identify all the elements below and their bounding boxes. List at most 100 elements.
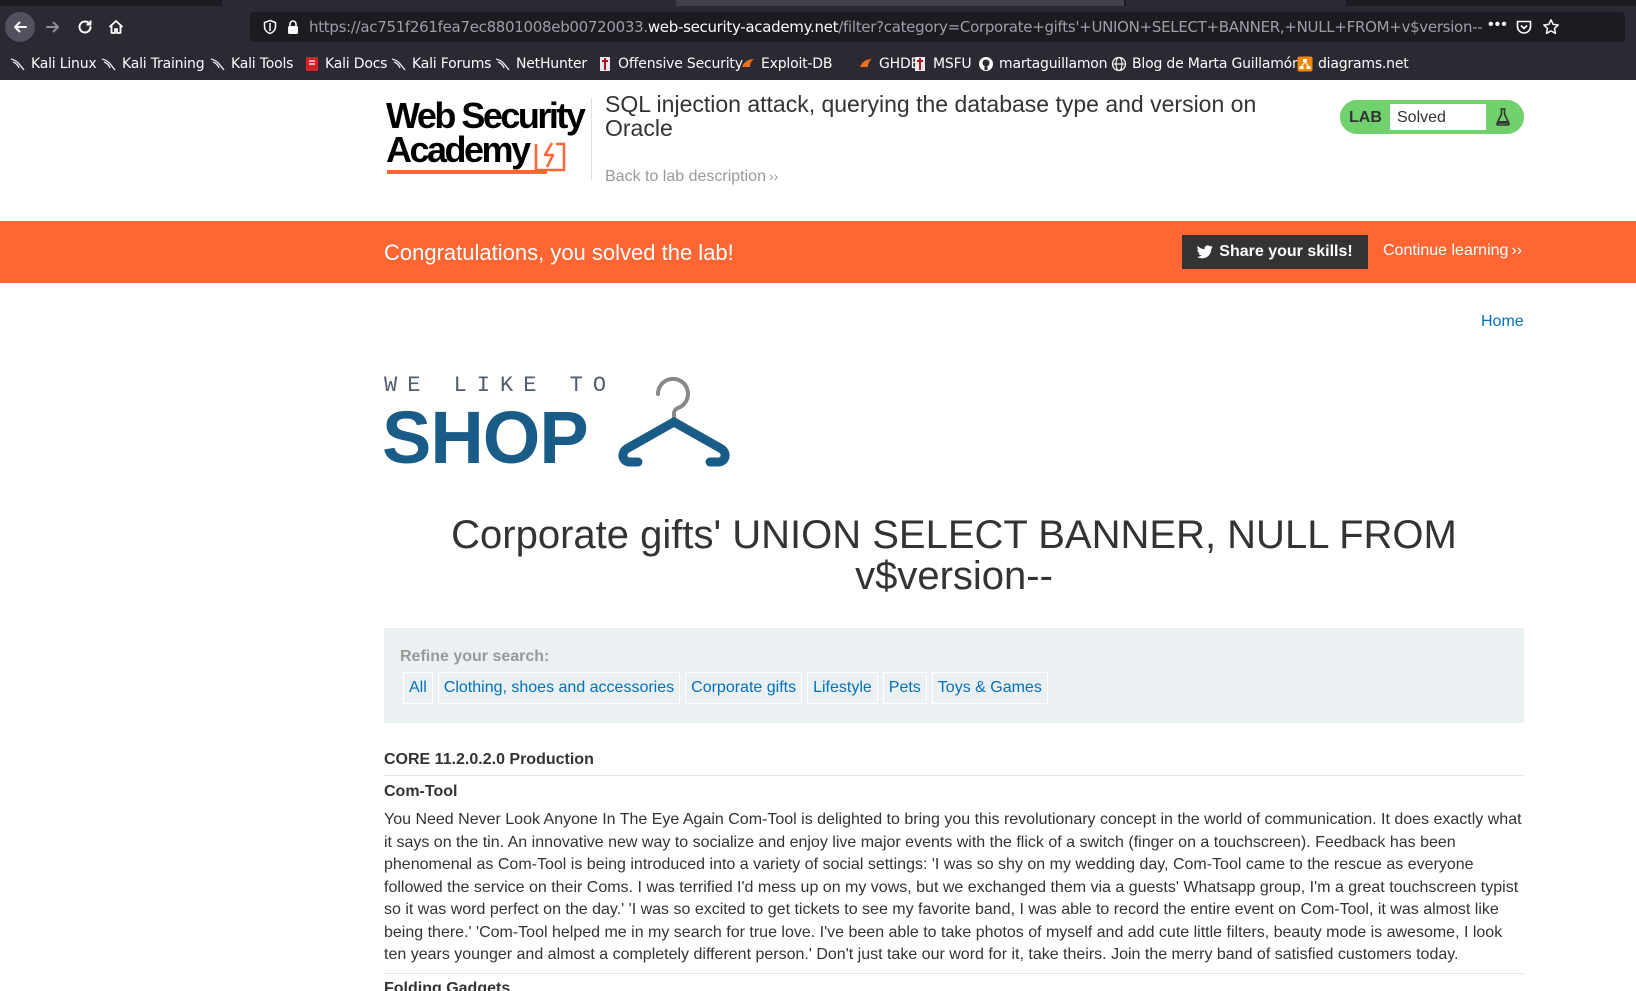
bookmark-item[interactable]: Kali Docs — [304, 54, 387, 74]
double-chevron-right-icon: ›› — [1511, 242, 1523, 259]
refine-search-label: Refine your search: — [400, 648, 550, 665]
product-title: Com-Tool — [384, 783, 458, 800]
page-title: Corporate gifts' UNION SELECT BANNER, NU… — [451, 513, 1457, 598]
page-actions-icon[interactable]: ••• — [1488, 16, 1508, 34]
home-icon — [108, 20, 124, 34]
reload-button[interactable] — [70, 12, 100, 42]
bookmark-item[interactable]: diagrams.net — [1297, 54, 1409, 74]
bookmark-item[interactable]: Kali Tools — [210, 54, 293, 74]
bookmark-label: Kali Linux — [31, 56, 97, 72]
home-link[interactable]: Home — [1481, 313, 1524, 331]
exploitdb-icon — [740, 56, 756, 72]
web-security-academy-logo[interactable]: Web Security Academy — [386, 98, 586, 178]
lab-status-value: Solved — [1389, 103, 1487, 131]
url-prefix: https://ac751f261fea7ec8801008eb00720033… — [309, 18, 648, 36]
lab-status-label: LAB — [1349, 109, 1382, 126]
bookmark-label: NetHunter — [516, 56, 587, 72]
bookmark-label: martaguillamon — [999, 56, 1108, 72]
double-chevron-right-icon: ›› — [768, 168, 779, 184]
continue-learning-label: Continue learning — [1383, 242, 1509, 259]
offsec-icon — [912, 56, 928, 72]
we-like-to-shop-logo[interactable]: WE LIKE TO SHOP — [382, 370, 744, 478]
forward-button[interactable] — [38, 12, 68, 42]
bookmark-item[interactable]: martaguillamon — [978, 54, 1108, 74]
bookmark-item[interactable]: Blog de Marta Guillamón — [1111, 54, 1301, 74]
url-bar[interactable]: https://ac751f261fea7ec8801008eb00720033… — [250, 12, 1625, 42]
clothes-hanger-icon — [618, 376, 730, 467]
bookmark-item[interactable]: NetHunter — [495, 54, 587, 74]
filter-panel: Refine your search: All Clothing, shoes a… — [384, 628, 1524, 723]
bookmark-star-icon[interactable] — [1542, 18, 1560, 36]
back-to-lab-description-link[interactable]: Back to lab description ›› — [605, 168, 778, 186]
bookmark-item[interactable]: Kali Training — [101, 54, 205, 74]
version-banner-cell: CORE 11.2.0.2.0 Production — [384, 751, 594, 768]
table-row: CORE 11.2.0.2.0 Production — [384, 748, 1524, 776]
back-link-label: Back to lab description — [605, 168, 766, 185]
share-skills-button[interactable]: Share your skills! — [1182, 235, 1368, 269]
bookmark-label: Kali Tools — [231, 56, 294, 72]
category-filter-list: All Clothing, shoes and accessories Corpor… — [403, 672, 1053, 704]
logo-underline — [387, 170, 547, 174]
lab-title: SQL injection attack, querying the datab… — [605, 91, 1257, 141]
bookmark-label: Exploit-DB — [761, 56, 833, 72]
lab-header: Web Security Academy SQL injection attac… — [0, 80, 1636, 221]
logo-text-line2: Academy — [386, 129, 531, 170]
share-skills-label: Share your skills! — [1219, 243, 1353, 260]
category-filter-toys-games[interactable]: Toys & Games — [931, 672, 1048, 704]
kali-dragon-icon — [210, 56, 226, 72]
url-domain: web-security-academy.net — [647, 18, 839, 36]
shop-logo-word: SHOP — [382, 396, 589, 479]
bookmark-item[interactable]: MSFU — [912, 54, 972, 74]
url-text[interactable]: https://ac751f261fea7ec8801008eb00720033… — [309, 18, 1483, 36]
category-filter-lifestyle[interactable]: Lifestyle — [807, 672, 878, 704]
bookmark-item[interactable]: Exploit-DB — [740, 54, 832, 74]
bookmark-item[interactable]: Kali Linux — [10, 54, 97, 74]
offsec-icon — [597, 56, 613, 72]
diagrams-icon — [1297, 56, 1313, 72]
pocket-icon[interactable] — [1515, 18, 1533, 36]
product-title: Folding Gadgets — [384, 979, 511, 991]
flask-icon — [1496, 108, 1510, 126]
exploitdb-icon — [858, 56, 874, 72]
twitter-icon — [1197, 245, 1213, 259]
header-divider — [591, 98, 592, 180]
bookmark-item[interactable]: Offensive Security — [597, 54, 743, 74]
academy-bolt-icon — [534, 142, 566, 172]
bookmark-label: Blog de Marta Guillamón — [1132, 56, 1301, 72]
bookmark-item[interactable]: GHDB — [858, 54, 920, 74]
bookmarks-toolbar: Kali Linux Kali Training Kali Tools Kali Do… — [0, 48, 1636, 80]
home-button[interactable] — [101, 12, 131, 42]
github-icon — [978, 56, 994, 72]
bookmark-item[interactable]: Kali Forums — [391, 54, 491, 74]
kali-dragon-icon — [10, 56, 26, 72]
category-filter-all[interactable]: All — [403, 672, 433, 704]
kali-docs-icon — [304, 56, 320, 72]
shop-logo-tagline: WE LIKE TO — [384, 373, 617, 398]
congratulations-message: Congratulations, you solved the lab! — [384, 240, 734, 265]
bookmark-label: Kali Docs — [325, 56, 388, 72]
category-filter-pets[interactable]: Pets — [882, 672, 927, 704]
lab-status-widget: LAB Solved — [1340, 100, 1524, 134]
bookmark-label: Offensive Security — [618, 56, 743, 72]
kali-dragon-icon — [101, 56, 117, 72]
bookmark-label: Kali Forums — [412, 56, 492, 72]
category-filter-clothing-shoes-and-accessories[interactable]: Clothing, shoes and accessories — [437, 672, 681, 704]
lab-solved-banner: Congratulations, you solved the lab! Sha… — [0, 221, 1636, 283]
category-filter-corporate-gifts[interactable]: Corporate gifts — [685, 672, 803, 704]
kali-dragon-icon — [495, 56, 511, 72]
browser-chrome: https://ac751f261fea7ec8801008eb00720033… — [0, 0, 1636, 80]
arrow-left-icon — [14, 21, 27, 33]
bookmark-label: Kali Training — [122, 56, 205, 72]
results-table: CORE 11.2.0.2.0 Production Com-Tool You … — [384, 748, 1524, 991]
reload-icon — [78, 20, 92, 34]
lock-icon — [288, 20, 298, 34]
kali-dragon-icon — [391, 56, 407, 72]
url-path: /filter?category=Corporate+gifts'+UNION+… — [838, 18, 1483, 36]
continue-learning-link[interactable]: Continue learning ›› — [1383, 242, 1522, 260]
product-description: You Need Never Look Anyone In The Eye Ag… — [384, 809, 1524, 974]
bookmark-label: diagrams.net — [1318, 56, 1409, 72]
back-button[interactable] — [5, 12, 35, 42]
bookmark-label: MSFU — [933, 56, 972, 72]
tracking-shield-icon — [263, 19, 277, 35]
globe-icon — [1111, 56, 1127, 72]
